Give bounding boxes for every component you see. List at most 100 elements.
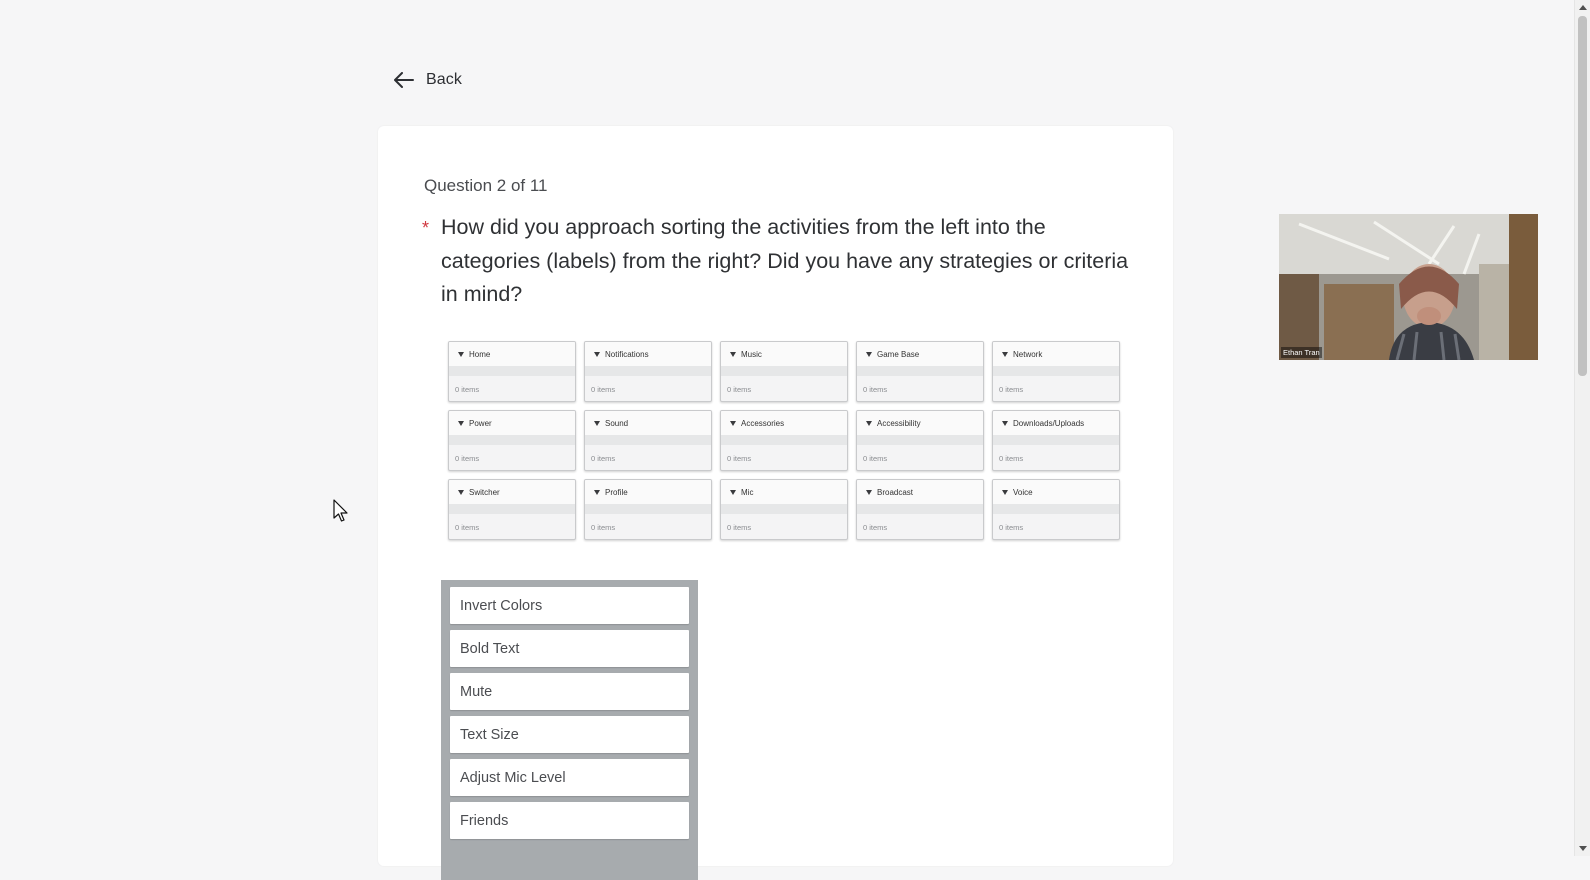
category-count: 0 items xyxy=(591,385,616,394)
category-drop-zone[interactable] xyxy=(721,366,847,376)
category-box[interactable]: Accessibility 0 items xyxy=(856,410,984,471)
category-drop-zone[interactable] xyxy=(857,366,983,376)
category-box[interactable]: Music 0 items xyxy=(720,341,848,402)
category-label: Music xyxy=(741,349,762,359)
category-box[interactable]: Profile 0 items xyxy=(584,479,712,540)
category-count: 0 items xyxy=(591,523,616,532)
category-count: 0 items xyxy=(727,385,752,394)
category-box[interactable]: Sound 0 items xyxy=(584,410,712,471)
category-drop-zone[interactable] xyxy=(993,435,1119,445)
category-header[interactable]: Switcher xyxy=(449,480,575,504)
category-count: 0 items xyxy=(863,523,888,532)
draggable-item[interactable]: Invert Colors xyxy=(450,587,689,624)
category-header[interactable]: Game Base xyxy=(857,342,983,366)
caret-down-icon[interactable] xyxy=(866,351,872,357)
category-box[interactable]: Downloads/Uploads 0 items xyxy=(992,410,1120,471)
page-scrollbar[interactable] xyxy=(1574,0,1590,856)
mouse-pointer-icon xyxy=(333,499,349,528)
category-label: Network xyxy=(1013,349,1043,359)
category-header[interactable]: Broadcast xyxy=(857,480,983,504)
category-box[interactable]: Network 0 items xyxy=(992,341,1120,402)
category-drop-zone[interactable] xyxy=(585,366,711,376)
question-counter: Question 2 of 11 xyxy=(424,176,548,195)
category-label: Accessories xyxy=(741,418,785,428)
category-count: 0 items xyxy=(727,454,752,463)
back-link[interactable]: Back xyxy=(394,66,462,94)
category-box[interactable]: Voice 0 items xyxy=(992,479,1120,540)
scroll-down-arrow-icon[interactable] xyxy=(1579,846,1587,851)
category-header[interactable]: Power xyxy=(449,411,575,435)
caret-down-icon[interactable] xyxy=(1002,420,1008,426)
category-header[interactable]: Accessibility xyxy=(857,411,983,435)
caret-down-icon[interactable] xyxy=(594,489,600,495)
category-drop-zone[interactable] xyxy=(449,435,575,445)
category-count: 0 items xyxy=(863,454,888,463)
items-panel: Invert Colors Bold Text Mute Text Size A… xyxy=(441,580,698,880)
back-label: Back xyxy=(426,71,462,88)
category-drop-zone[interactable] xyxy=(585,435,711,445)
category-drop-zone[interactable] xyxy=(721,435,847,445)
caret-down-icon[interactable] xyxy=(458,351,464,357)
caret-down-icon[interactable] xyxy=(594,420,600,426)
category-box[interactable]: Mic 0 items xyxy=(720,479,848,540)
category-box[interactable]: Power 0 items xyxy=(448,410,576,471)
category-header[interactable]: Notifications xyxy=(585,342,711,366)
caret-down-icon[interactable] xyxy=(866,489,872,495)
category-label: Downloads/Uploads xyxy=(1013,418,1085,428)
category-drop-zone[interactable] xyxy=(449,504,575,514)
category-box[interactable]: Switcher 0 items xyxy=(448,479,576,540)
category-box[interactable]: Notifications 0 items xyxy=(584,341,712,402)
category-drop-zone[interactable] xyxy=(993,504,1119,514)
caret-down-icon[interactable] xyxy=(458,420,464,426)
caret-down-icon[interactable] xyxy=(1002,351,1008,357)
category-label: Home xyxy=(469,349,491,359)
category-count: 0 items xyxy=(455,454,480,463)
category-box[interactable]: Home 0 items xyxy=(448,341,576,402)
question-text: How did you approach sorting the activit… xyxy=(441,215,1129,306)
caret-down-icon[interactable] xyxy=(458,489,464,495)
category-label: Broadcast xyxy=(877,487,914,497)
draggable-item[interactable]: Mute xyxy=(450,673,689,710)
question-card: Question 2 of 11 * How did you approach … xyxy=(378,126,1173,880)
draggable-item[interactable]: Adjust Mic Level xyxy=(450,759,689,796)
participant-video-feed xyxy=(1279,214,1538,360)
category-drop-zone[interactable] xyxy=(857,504,983,514)
category-drop-zone[interactable] xyxy=(857,435,983,445)
category-header[interactable]: Network xyxy=(993,342,1119,366)
category-header[interactable]: Mic xyxy=(721,480,847,504)
category-box[interactable]: Broadcast 0 items xyxy=(856,479,984,540)
category-count: 0 items xyxy=(999,523,1024,532)
category-header[interactable]: Sound xyxy=(585,411,711,435)
required-marker: * xyxy=(422,218,430,238)
caret-down-icon[interactable] xyxy=(594,351,600,357)
category-box[interactable]: Game Base 0 items xyxy=(856,341,984,402)
category-header[interactable]: Accessories xyxy=(721,411,847,435)
caret-down-icon[interactable] xyxy=(1002,489,1008,495)
draggable-item[interactable]: Bold Text xyxy=(450,630,689,667)
category-header[interactable]: Profile xyxy=(585,480,711,504)
draggable-item[interactable]: Friends xyxy=(450,802,689,839)
caret-down-icon[interactable] xyxy=(866,420,872,426)
category-label: Game Base xyxy=(877,349,920,359)
category-header[interactable]: Voice xyxy=(993,480,1119,504)
category-label: Sound xyxy=(605,418,629,428)
scroll-up-arrow-icon[interactable] xyxy=(1579,5,1587,10)
draggable-item[interactable]: Text Size xyxy=(450,716,689,753)
caret-down-icon[interactable] xyxy=(730,420,736,426)
caret-down-icon[interactable] xyxy=(730,489,736,495)
category-label: Power xyxy=(469,418,492,428)
category-box[interactable]: Accessories 0 items xyxy=(720,410,848,471)
scroll-thumb[interactable] xyxy=(1578,16,1587,376)
category-header[interactable]: Home xyxy=(449,342,575,366)
category-drop-zone[interactable] xyxy=(721,504,847,514)
caret-down-icon[interactable] xyxy=(730,351,736,357)
category-header[interactable]: Music xyxy=(721,342,847,366)
category-drop-zone[interactable] xyxy=(449,366,575,376)
category-count: 0 items xyxy=(455,385,480,394)
participant-video-tile: Ethan Tran xyxy=(1279,214,1538,360)
category-label: Notifications xyxy=(605,349,649,359)
category-header[interactable]: Downloads/Uploads xyxy=(993,411,1119,435)
category-drop-zone[interactable] xyxy=(585,504,711,514)
category-count: 0 items xyxy=(455,523,480,532)
category-drop-zone[interactable] xyxy=(993,366,1119,376)
